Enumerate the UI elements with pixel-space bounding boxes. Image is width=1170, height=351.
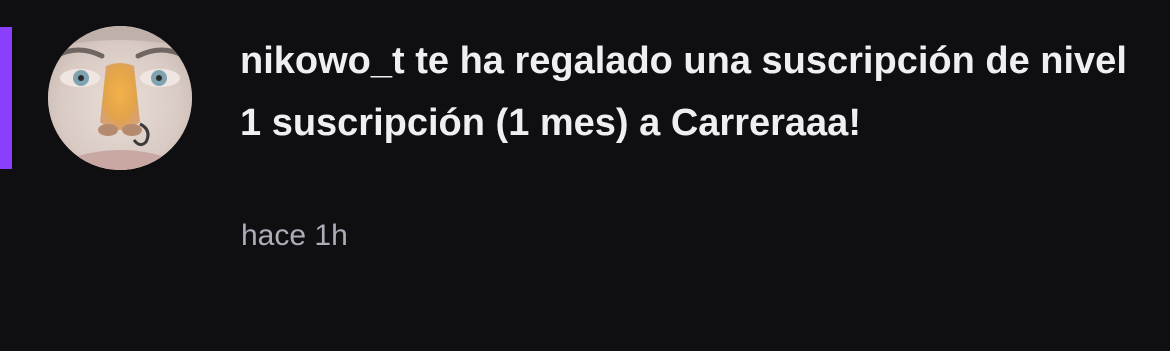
unread-indicator (0, 27, 12, 169)
user-avatar[interactable] (48, 26, 192, 170)
notification-timestamp: hace 1h (241, 219, 348, 252)
avatar-photo-icon (48, 26, 192, 170)
notification-message: nikowo_t te ha regalado una suscripción … (240, 40, 1127, 144)
gift-sub-notification[interactable]: nikowo_t te ha regalado una suscripción … (0, 0, 1170, 351)
